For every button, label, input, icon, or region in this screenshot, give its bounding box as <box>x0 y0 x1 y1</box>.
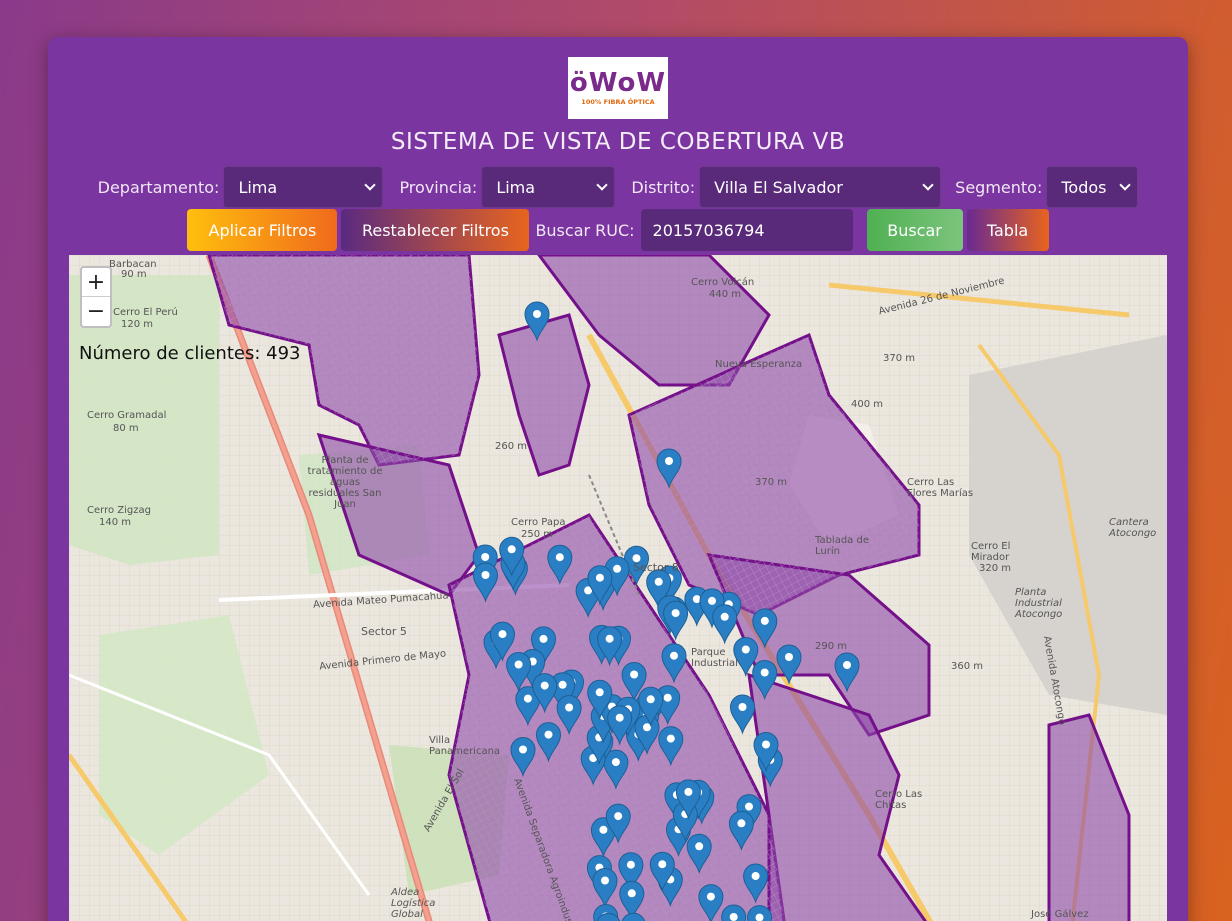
page-title: SISTEMA DE VISTA DE COBERTURA VB <box>390 129 846 155</box>
client-marker-icon[interactable] <box>721 904 747 921</box>
chevron-down-icon <box>364 179 377 191</box>
label-alt-360: 360 m <box>951 661 984 672</box>
ruc-label: Buscar RUC: <box>535 220 635 240</box>
label-cerro-volcan: Cerro Volcán <box>691 277 755 288</box>
label-cerro-peru: Cerro El Perú <box>113 307 178 318</box>
client-marker-icon[interactable] <box>746 905 773 921</box>
departamento-value: Lima <box>238 177 278 197</box>
client-marker-icon[interactable] <box>712 604 738 645</box>
segmento-value: Todos <box>1061 177 1107 197</box>
label-villa-panamericana: Villa Panamericana <box>429 735 501 757</box>
distrito-select[interactable]: Villa El Salvador <box>699 166 942 208</box>
chevron-down-icon <box>596 179 608 191</box>
label-alt-290: 290 m <box>815 641 848 652</box>
label-planta-industrial: Planta Industrial Atocongo <box>1015 587 1063 620</box>
label-cerro-peru-alt: 120 m <box>121 319 154 330</box>
client-marker-icon[interactable] <box>524 301 550 342</box>
main-card: öWoW 100% FIBRA ÓPTICA SISTEMA DE VISTA … <box>48 37 1188 921</box>
label-sector5: Sector 5 <box>361 625 407 638</box>
chevron-down-icon <box>922 179 934 191</box>
distrito-label: Distrito: <box>631 177 696 197</box>
search-button[interactable]: Buscar <box>866 209 963 251</box>
label-cerro-gramadal-alt: 80 m <box>113 423 139 434</box>
zoom-out-button[interactable]: − <box>82 297 110 326</box>
label-alt-400: 400 m <box>851 399 884 410</box>
client-marker-icon[interactable] <box>752 608 778 649</box>
logo-o: ö <box>569 68 589 98</box>
label-jose-galvez: José Gálvez <box>1031 909 1089 920</box>
label-cantera: Cantera Atocongo <box>1109 517 1157 539</box>
client-marker-icon[interactable] <box>592 868 618 909</box>
client-marker-icon[interactable] <box>661 643 687 684</box>
label-sector8: Sector 8 <box>633 561 679 574</box>
logo-wow: WoW <box>588 68 667 98</box>
label-cerro-zigzag-alt: 140 m <box>99 517 132 528</box>
departamento-label: Departamento: <box>97 177 220 197</box>
label-cerro-mirador: Cerro El Mirador <box>971 541 1011 563</box>
client-marker-icon[interactable] <box>698 884 724 921</box>
provincia-select[interactable]: Lima <box>481 166 616 208</box>
label-cerro-zigzag: Cerro Zigzag <box>87 505 151 516</box>
client-marker-icon[interactable] <box>656 448 682 489</box>
provincia-value: Lima <box>496 177 536 197</box>
label-cerro-marias: Cerro Las Flores Marías <box>907 477 974 499</box>
chevron-down-icon <box>1119 179 1132 191</box>
wow-logo: öWoW 100% FIBRA ÓPTICA <box>568 57 668 119</box>
table-button[interactable]: Tabla <box>966 209 1049 251</box>
label-alt-260: 260 m <box>495 441 528 452</box>
label-cerro-mirador-alt: 320 m <box>979 563 1012 574</box>
filter-row: Departamento: Lima Provincia: Lima Distr… <box>48 166 1188 208</box>
client-marker-icon[interactable] <box>535 722 562 763</box>
label-alt-370b: 370 m <box>755 477 788 488</box>
label-nueva-esperanza: Nueva Esperanza <box>715 359 803 370</box>
coverage-map[interactable]: + − Número de clientes: 493 Barbacan 90 … <box>69 255 1167 921</box>
client-marker-icon[interactable] <box>743 863 769 904</box>
client-marker-icon[interactable] <box>663 600 689 641</box>
client-marker-icon[interactable] <box>686 833 712 875</box>
label-parque-industrial: Parque Industrial <box>691 647 738 669</box>
client-marker-icon[interactable] <box>834 652 860 693</box>
label-cerro-gramadal: Cerro Gramadal <box>87 410 167 421</box>
departamento-select[interactable]: Lima <box>223 166 384 208</box>
distrito-value: Villa El Salvador <box>714 177 843 197</box>
label-cerro-papa: Cerro Papa <box>511 517 566 528</box>
apply-filters-button[interactable]: Aplicar Filtros <box>187 209 338 251</box>
ruc-input[interactable]: 20157036794 <box>640 209 853 251</box>
client-marker-icon[interactable] <box>556 695 582 736</box>
label-alt-370a: 370 m <box>883 353 916 364</box>
reset-filters-button[interactable]: Restablecer Filtros <box>341 209 530 251</box>
zoom-control: + − <box>80 266 112 328</box>
action-row: Aplicar Filtros Restablecer Filtros Busc… <box>48 209 1188 251</box>
logo-tagline: 100% FIBRA ÓPTICA <box>581 98 655 106</box>
client-marker-icon[interactable] <box>729 694 756 735</box>
client-count: Número de clientes: 493 <box>79 343 301 364</box>
label-planta: Planta de tratamiento de aguas residuale… <box>307 455 383 510</box>
segmento-label: Segmento: <box>955 177 1043 197</box>
client-marker-icon[interactable] <box>621 912 646 921</box>
client-marker-icon[interactable] <box>547 544 573 585</box>
provincia-label: Provincia: <box>399 177 478 197</box>
label-cerro-volcan-alt: 440 m <box>709 289 742 300</box>
segmento-select[interactable]: Todos <box>1046 166 1139 208</box>
label-cerro-chitas: Cerro Las Chitas <box>875 789 923 811</box>
client-marker-icon[interactable] <box>472 562 499 603</box>
client-marker-icon[interactable] <box>728 810 754 852</box>
client-marker-icon[interactable] <box>506 652 532 693</box>
label-cerro-papa-alt: 250 m <box>521 529 554 540</box>
zoom-in-button[interactable]: + <box>82 268 110 297</box>
client-marker-icon[interactable] <box>658 726 684 767</box>
client-marker-icon[interactable] <box>776 644 802 685</box>
label-barbacan-alt: 90 m <box>121 269 147 280</box>
label-tablada: Tablada de Lurín <box>815 535 869 557</box>
label-aldea: Aldea Logística Global <box>391 887 436 920</box>
